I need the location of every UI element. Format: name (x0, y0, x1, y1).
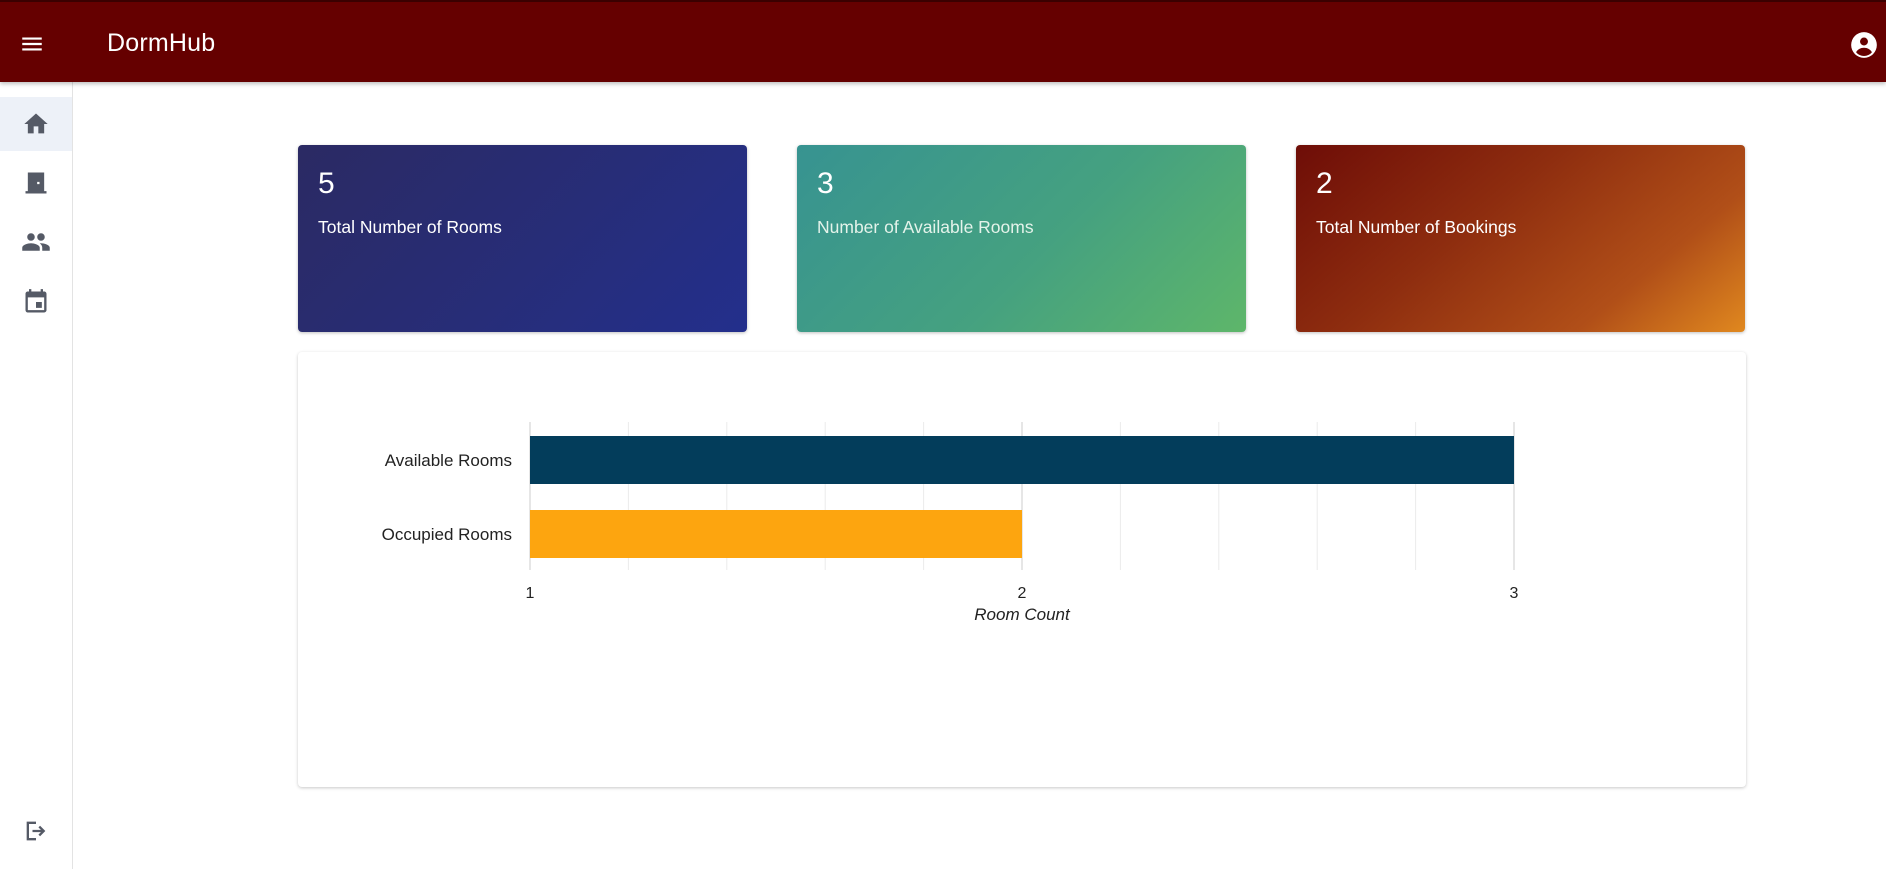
bar-occupied-rooms (530, 510, 1022, 558)
top-app-bar: DormHub (0, 0, 1886, 82)
stat-card-available-rooms: 3 Number of Available Rooms (797, 145, 1246, 332)
stat-label: Total Number of Bookings (1316, 217, 1517, 237)
stat-label: Total Number of Rooms (318, 217, 502, 237)
account-button[interactable] (1848, 29, 1880, 61)
x-axis-title: Room Count (974, 605, 1071, 624)
stat-value: 5 (318, 167, 335, 200)
stat-label: Number of Available Rooms (817, 217, 1034, 237)
sidebar (0, 82, 73, 869)
x-tick-label: 3 (1510, 585, 1519, 602)
sidebar-item-students[interactable] (0, 215, 72, 269)
stat-card-total-rooms: 5 Total Number of Rooms (298, 145, 747, 332)
people-icon (22, 233, 50, 251)
home-icon (24, 113, 48, 134)
sidebar-item-bookings[interactable] (0, 275, 72, 329)
category-label: Available Rooms (385, 451, 512, 470)
sidebar-item-home[interactable] (0, 97, 72, 151)
app-title: DormHub (107, 29, 216, 57)
bar-available-rooms (530, 436, 1514, 484)
menu-button[interactable] (14, 26, 50, 62)
room-occupancy-chart: Available Rooms Occupied Rooms 1 2 3 Room Cou… (382, 422, 1519, 624)
category-label: Occupied Rooms (382, 525, 512, 544)
stat-value: 2 (1316, 167, 1333, 200)
logout-icon (26, 821, 46, 841)
sidebar-item-logout[interactable] (0, 804, 72, 858)
x-tick-label: 1 (526, 585, 535, 602)
x-tick-label: 2 (1018, 585, 1027, 602)
account-circle-icon (1851, 32, 1877, 58)
stat-card-total-bookings: 2 Total Number of Bookings (1296, 145, 1745, 332)
menu-icon (22, 37, 42, 51)
door-icon (25, 172, 47, 194)
calendar-icon (25, 289, 47, 313)
stat-value: 3 (817, 167, 834, 200)
sidebar-item-rooms[interactable] (0, 156, 72, 210)
room-occupancy-chart-panel: Available Rooms Occupied Rooms 1 2 3 Room Cou… (298, 352, 1746, 787)
